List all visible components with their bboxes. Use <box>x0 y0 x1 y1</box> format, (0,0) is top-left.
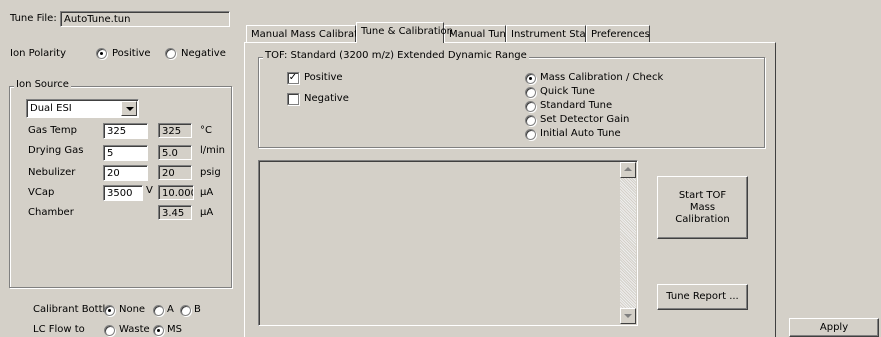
mode-initial-auto-tune-radio[interactable] <box>525 129 536 140</box>
chamber-label: Chamber <box>28 207 74 218</box>
calibrant-a-radio[interactable] <box>153 305 164 316</box>
check-icon: ✓ <box>288 72 298 83</box>
lc-flow-label: LC Flow to <box>33 324 85 335</box>
drying-gas-input[interactable]: 5 <box>103 145 148 161</box>
tune-file-field: AutoTune.tun <box>60 11 230 27</box>
mode-set-detector-gain-radio[interactable] <box>525 115 536 126</box>
tof-positive-label: Positive <box>304 72 343 83</box>
chevron-down-icon[interactable] <box>121 101 137 116</box>
tab-preferences[interactable]: Preferences <box>586 25 650 43</box>
gas-temp-label: Gas Temp <box>28 125 77 136</box>
gas-temp-input[interactable]: 325 <box>103 123 148 139</box>
scroll-up-icon[interactable] <box>620 162 636 178</box>
calibrant-none-radio[interactable] <box>104 305 115 316</box>
ion-polarity-positive-radio[interactable] <box>96 48 107 59</box>
nebulizer-label: Nebulizer <box>28 167 76 178</box>
mode-standard-tune-radio[interactable] <box>525 101 536 112</box>
lc-flow-waste-label: Waste <box>119 324 150 335</box>
calibrant-none-label: None <box>119 304 146 315</box>
vcap-actual: 10.000 <box>158 185 194 200</box>
calibrant-a-label: A <box>167 304 174 315</box>
nebulizer-actual: 20 <box>158 165 192 180</box>
mode-quick-tune-label: Quick Tune <box>540 86 595 97</box>
tab-manual-tune[interactable]: Manual Tune <box>444 25 512 43</box>
drying-gas-label: Drying Gas <box>28 145 84 156</box>
gas-temp-unit: °C <box>200 125 212 136</box>
apply-button[interactable]: Apply <box>789 318 879 337</box>
nebulizer-input[interactable]: 20 <box>103 165 148 181</box>
vcap-label: VCap <box>28 187 55 198</box>
tab-instrument-state[interactable]: Instrument State <box>506 25 596 43</box>
tof-negative-label: Negative <box>304 93 349 104</box>
tof-negative-checkbox[interactable] <box>287 93 299 105</box>
tab-tune-calibration[interactable]: Tune & Calibration <box>356 22 453 43</box>
drying-gas-unit: l/min <box>200 145 226 156</box>
mode-quick-tune-radio[interactable] <box>525 87 536 98</box>
start-tof-calibration-button[interactable]: Start TOF Mass Calibration <box>657 176 748 239</box>
vcap-input[interactable]: 3500 <box>103 185 143 201</box>
ion-source-dropdown-value: Dual ESI <box>30 103 72 114</box>
gas-temp-actual: 325 <box>158 123 192 138</box>
tune-report-button[interactable]: Tune Report ... <box>657 284 748 310</box>
mode-standard-tune-label: Standard Tune <box>540 100 613 111</box>
vcap-setpoint-unit: V <box>146 185 153 196</box>
ion-source-title: Ion Source <box>14 79 71 91</box>
scroll-down-icon[interactable] <box>620 308 636 324</box>
mode-mass-calibration-radio[interactable] <box>525 73 536 84</box>
mode-set-detector-gain-label: Set Detector Gain <box>540 114 630 125</box>
mode-mass-calibration-label: Mass Calibration / Check <box>540 72 664 83</box>
lc-flow-ms-label: MS <box>167 324 182 335</box>
tof-positive-checkbox[interactable]: ✓ <box>287 72 299 84</box>
calibrant-b-radio[interactable] <box>180 305 191 316</box>
calibration-output-area[interactable] <box>258 160 638 326</box>
calibrant-b-label: B <box>194 304 201 315</box>
chamber-unit: µA <box>200 207 214 218</box>
drying-gas-actual: 5.0 <box>158 145 192 160</box>
chamber-actual: 3.45 <box>158 205 192 220</box>
ion-polarity-positive-label: Positive <box>112 48 151 59</box>
lc-flow-ms-radio[interactable] <box>153 325 164 336</box>
mode-initial-auto-tune-label: Initial Auto Tune <box>540 128 621 139</box>
nebulizer-unit: psig <box>200 167 221 178</box>
ion-source-dropdown[interactable]: Dual ESI <box>26 99 139 118</box>
lc-flow-waste-radio[interactable] <box>104 325 115 336</box>
ion-polarity-negative-label: Negative <box>181 48 226 59</box>
vertical-scrollbar[interactable] <box>620 162 636 324</box>
tune-file-label: Tune File: <box>10 13 57 24</box>
vcap-unit: µA <box>200 187 214 198</box>
tab-manual-mass-calibration[interactable]: Manual Mass Calibration <box>246 25 373 43</box>
tof-group-title: TOF: Standard (3200 m/z) Extended Dynami… <box>263 50 529 62</box>
ion-polarity-negative-radio[interactable] <box>165 48 176 59</box>
ion-polarity-label: Ion Polarity <box>10 48 67 59</box>
calibrant-bottle-label: Calibrant Bottle <box>33 304 112 315</box>
